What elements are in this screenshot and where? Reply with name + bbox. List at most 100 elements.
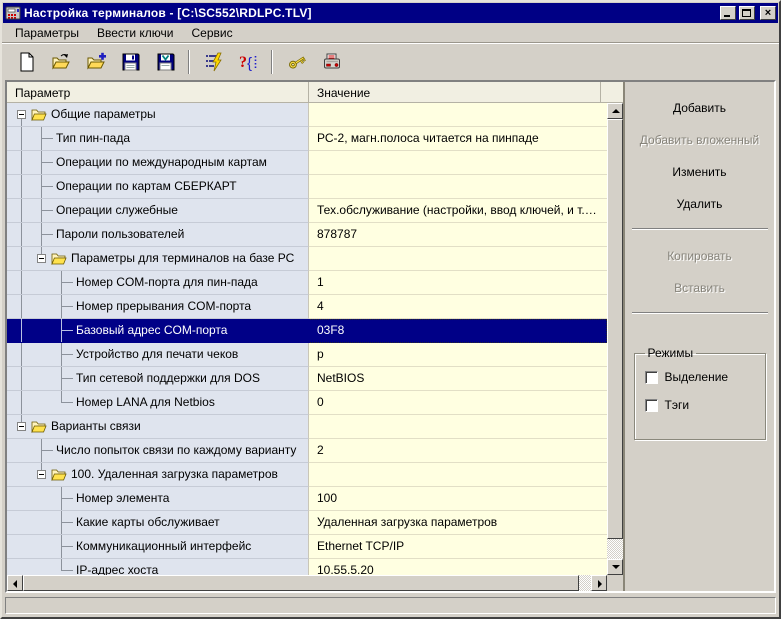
action-button-3[interactable]: Изменить — [630, 162, 770, 182]
tree-line — [61, 271, 62, 294]
mode-option-1: Выделение — [644, 370, 765, 384]
value-cell: 878787 — [309, 223, 607, 247]
tree-line — [42, 138, 53, 139]
menu-item-1[interactable]: Параметры — [6, 24, 88, 42]
folder-icon — [51, 252, 67, 265]
new-file-button[interactable] — [10, 48, 41, 76]
table-row[interactable]: Тип пин-пада РС-2, магн.полоса читается н… — [7, 127, 607, 151]
save-keys-button[interactable] — [150, 48, 181, 76]
value-cell: 2 — [309, 439, 607, 463]
param-cell: Номер LANA для Netbios — [7, 391, 309, 415]
action-button-1[interactable]: Добавить — [630, 98, 770, 118]
param-cell: Операции по картам СБЕРКАРТ — [7, 175, 309, 199]
toolbar: ?{ — [2, 43, 779, 80]
tree-collapse-button[interactable] — [17, 422, 26, 431]
open-file-add-button[interactable] — [80, 48, 111, 76]
column-header-param[interactable]: Параметр — [7, 82, 309, 102]
scroll-left-button[interactable] — [7, 575, 23, 591]
print-terminal-button[interactable] — [316, 48, 347, 76]
param-cell: Тип пин-пада — [7, 127, 309, 151]
param-cell: Номер элемента — [7, 487, 309, 511]
horizontal-scrollbar[interactable] — [7, 575, 608, 591]
help-syntax-button[interactable]: ?{ — [233, 48, 264, 76]
tree-line — [42, 234, 53, 235]
arrow-up-icon — [612, 109, 620, 113]
tree-collapse-button[interactable] — [37, 470, 46, 479]
table-row[interactable]: Операции по картам СБЕРКАРТ — [7, 175, 607, 199]
scroll-right-button[interactable] — [591, 575, 608, 591]
save-button[interactable] — [115, 48, 146, 76]
table-row[interactable]: Параметры для терминалов на базе РС — [7, 247, 607, 271]
param-cell: Номер COM-порта для пин-пада — [7, 271, 309, 295]
table-row[interactable]: 100. Удаленная загрузка параметров — [7, 463, 607, 487]
table-row[interactable]: Какие карты обслуживает Удаленная загрузк… — [7, 511, 607, 535]
tree-collapse-button[interactable] — [37, 254, 46, 263]
maximize-icon — [742, 9, 751, 17]
table-row[interactable]: Тип сетевой поддержки для DOS NetBIOS — [7, 367, 607, 391]
table-row[interactable]: Пароли пользователей 878787 — [7, 223, 607, 247]
action-button-2: Добавить вложенный — [630, 130, 770, 150]
menu-item-3[interactable]: Сервис — [183, 24, 242, 42]
app-window: Настройка терминалов - [C:\SC552\RDLPC.T… — [0, 0, 781, 619]
param-cell: 100. Удаленная загрузка параметров — [7, 463, 309, 487]
param-cell: Какие карты обслуживает — [7, 511, 309, 535]
open-file-button[interactable] — [45, 48, 76, 76]
value-cell — [309, 103, 607, 127]
tree-line — [21, 271, 22, 294]
column-header-value[interactable]: Значение — [309, 82, 601, 102]
table-row[interactable]: IP-адрес хоста 10.55.5.20 — [7, 559, 607, 575]
horizontal-scroll-track[interactable] — [23, 575, 592, 591]
tree-line — [61, 487, 62, 510]
maximize-button[interactable] — [739, 6, 755, 20]
tree-line — [62, 378, 73, 379]
value-cell: Тех.обслуживание (настройки, ввод ключей… — [309, 199, 607, 223]
tree-line — [42, 450, 53, 451]
app-icon[interactable] — [5, 5, 21, 21]
scroll-up-button[interactable] — [607, 103, 623, 119]
verify-config-button[interactable] — [198, 48, 229, 76]
vertical-scroll-track[interactable] — [607, 119, 623, 559]
tree-line — [21, 415, 22, 422]
enter-keys-button[interactable] — [281, 48, 312, 76]
vertical-scroll-thumb[interactable] — [607, 119, 623, 539]
close-button[interactable]: × — [760, 6, 776, 20]
table-row[interactable]: Номер прерывания COM-порта 4 — [7, 295, 607, 319]
table-row[interactable]: Операции служебные Тех.обслуживание (наст… — [7, 199, 607, 223]
tree-line — [61, 511, 62, 534]
value-cell — [309, 247, 607, 271]
titlebar[interactable]: Настройка терминалов - [C:\SC552\RDLPC.T… — [3, 3, 778, 23]
table-rows-viewport: Общие параметры Тип пин-пада РС-2, магн.по… — [7, 103, 607, 575]
value-cell: p — [309, 343, 607, 367]
table-row[interactable]: Число попыток связи по каждому варианту 2 — [7, 439, 607, 463]
param-label: Операции служебные — [56, 203, 178, 217]
table-row[interactable]: Варианты связи — [7, 415, 607, 439]
tree-collapse-button[interactable] — [17, 110, 26, 119]
param-cell: Число попыток связи по каждому варианту — [7, 439, 309, 463]
horizontal-scroll-thumb[interactable] — [23, 575, 579, 591]
tree-line — [41, 199, 42, 222]
table-row[interactable]: Устройство для печати чеков p — [7, 343, 607, 367]
action-button-4[interactable]: Удалить — [630, 194, 770, 214]
table-row[interactable]: Коммуникационный интерфейс Ethernet TCP/I… — [7, 535, 607, 559]
toolbar-separator — [188, 50, 190, 74]
table-row[interactable]: Общие параметры — [7, 103, 607, 127]
table-row[interactable]: Номер элемента 100 — [7, 487, 607, 511]
table-row[interactable]: Базовый адрес COM-порта 03F8 — [7, 319, 607, 343]
mode-checkbox-2[interactable] — [644, 398, 658, 412]
tree-line — [62, 402, 73, 403]
table-row[interactable]: Номер COM-порта для пин-пада 1 — [7, 271, 607, 295]
mode-checkbox-1[interactable] — [644, 370, 658, 384]
value-cell — [309, 463, 607, 487]
table-row[interactable]: Номер LANA для Netbios 0 — [7, 391, 607, 415]
param-label: Номер COM-порта для пин-пада — [76, 275, 258, 289]
table-row[interactable]: Операции по международным картам — [7, 151, 607, 175]
param-label: 100. Удаленная загрузка параметров — [71, 467, 278, 481]
vertical-scrollbar[interactable] — [607, 103, 623, 575]
tree-line — [61, 367, 62, 390]
open-file-add-icon — [86, 52, 106, 72]
menu-item-2[interactable]: Ввести ключи — [88, 24, 183, 42]
action-panel: Добавить Добавить вложенный Изменить Удалит… — [625, 82, 774, 591]
minimize-button[interactable] — [720, 6, 736, 20]
scrollbar-corner — [607, 575, 623, 591]
scroll-down-button[interactable] — [607, 559, 623, 575]
